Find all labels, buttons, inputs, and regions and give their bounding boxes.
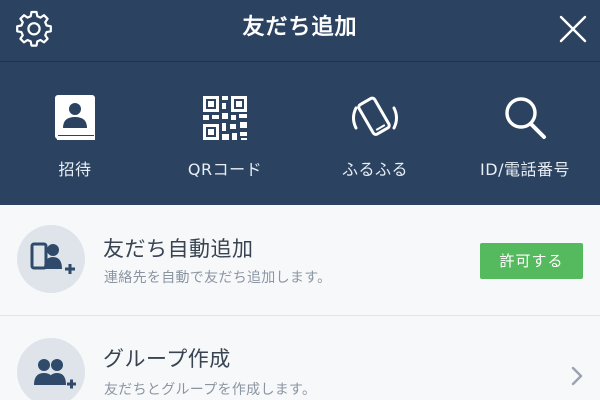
- header-bar: 友だち追加: [0, 0, 600, 62]
- allow-button[interactable]: 許可する: [480, 243, 583, 279]
- phone-person-add-icon: [17, 225, 85, 293]
- auto-add-row[interactable]: 友だち自動追加 連絡先を自動で友だち追加します。 許可する: [0, 205, 600, 315]
- chevron-right-icon: [568, 363, 586, 389]
- contact-book-icon: [47, 90, 103, 146]
- page-title: 友だち追加: [242, 15, 358, 40]
- qr-code-action[interactable]: QRコード: [150, 62, 300, 205]
- create-group-row[interactable]: グループ作成 友だちとグループを作成します。: [0, 316, 600, 400]
- invite-label: 招待: [58, 160, 92, 179]
- search-icon: [497, 90, 553, 146]
- qr-code-icon: [197, 90, 253, 146]
- invite-action[interactable]: 招待: [0, 62, 150, 205]
- qr-code-label: QRコード: [187, 160, 263, 179]
- close-icon[interactable]: [553, 9, 593, 49]
- shake-label: ふるふる: [341, 160, 408, 179]
- auto-add-title: 友だち自動追加: [103, 237, 254, 261]
- id-phone-label: ID/電話番号: [480, 160, 570, 179]
- create-group-subtitle: 友だちとグループを作成します。: [104, 382, 317, 398]
- id-phone-search-action[interactable]: ID/電話番号: [450, 62, 600, 205]
- create-group-title: グループ作成: [103, 347, 231, 371]
- add-options-list: 友だち自動追加 連絡先を自動で友だち追加します。 許可する グループ作成 友だち…: [0, 205, 600, 400]
- group-add-icon: [17, 338, 85, 400]
- auto-add-subtitle: 連絡先を自動で友だち追加します。: [104, 270, 332, 286]
- gear-icon[interactable]: [14, 9, 54, 49]
- shake-phone-icon: [347, 90, 403, 146]
- shake-action[interactable]: ふるふる: [300, 62, 450, 205]
- add-method-bar: 招待 QRコード ふるふる ID/電話番号: [0, 62, 600, 205]
